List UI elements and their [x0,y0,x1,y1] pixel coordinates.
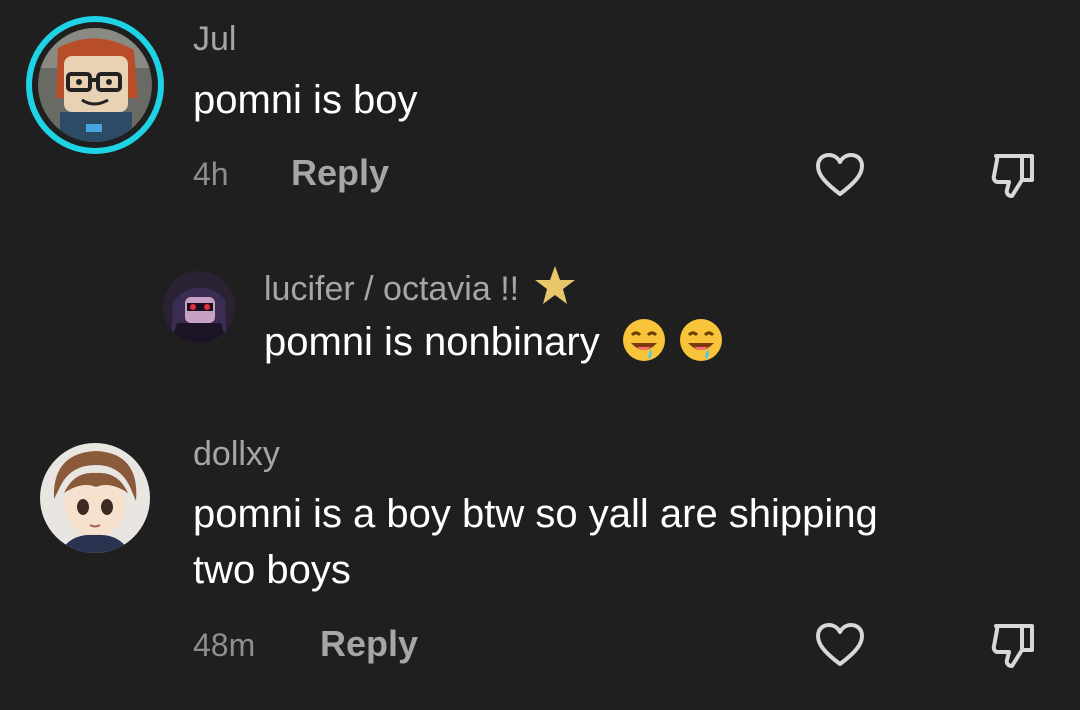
character-avatar-icon [163,271,235,343]
avatar[interactable] [40,443,150,553]
avatar[interactable] [26,16,164,154]
comment-text-body: pomni is nonbinary [264,320,600,364]
reply-button[interactable]: Reply [320,623,418,665]
comment-text: pomni is boy [193,78,418,122]
drooling-face-emoji-icon [680,319,722,361]
drooling-face-emoji-icon [622,319,665,361]
reply-button[interactable]: Reply [291,152,389,194]
anime-avatar-icon [40,443,150,553]
heart-icon[interactable] [814,150,866,202]
dislike-icon[interactable] [988,150,1040,202]
comment-text: pomni is nonbinary [264,314,724,370]
timestamp: 4h [193,156,229,192]
heart-icon[interactable] [814,620,866,672]
username[interactable]: dollxy [193,435,280,474]
star-icon [534,266,575,304]
comment-text: pomni is a boy btw so yall are shipping … [193,486,878,598]
avatar[interactable] [163,271,235,343]
username[interactable]: Jul [193,20,236,59]
comment-text-line: pomni is a boy btw so yall are shipping [193,492,878,536]
roblox-avatar-icon [38,28,152,142]
username-text: lucifer / octavia !! [264,270,520,308]
timestamp: 48m [193,627,256,663]
username[interactable]: lucifer / octavia !! [264,264,577,309]
comment-text-line: two boys [193,548,351,592]
dislike-icon[interactable] [988,620,1040,672]
